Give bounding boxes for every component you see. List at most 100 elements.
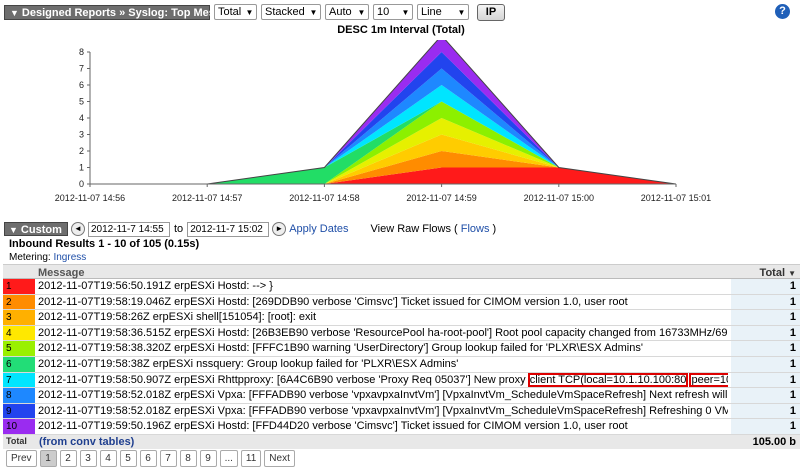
report-menu-button[interactable]: ▼ Designed Reports » Syslog: Top Messages <box>4 4 246 20</box>
flows-link[interactable]: Flows <box>461 223 490 235</box>
chevron-down-icon: ▼ <box>309 7 318 17</box>
y-tick-label: 1 <box>79 163 84 173</box>
page-button[interactable]: 8 <box>179 450 197 467</box>
row-message: 2012-11-07T19:58:52.018Z erpESXi Vpxa: [… <box>38 389 728 402</box>
y-tick-label: 7 <box>79 64 84 74</box>
page-button[interactable]: 1 <box>39 450 57 467</box>
page-button[interactable]: 9 <box>199 450 217 467</box>
chart-title: DESC 1m Interval (Total) <box>337 24 465 36</box>
start-date-input[interactable]: 2012-11-7 14:55 <box>88 221 170 237</box>
table-row[interactable]: 6 2012-11-07T19:58:38Z erpESXi nssquery: … <box>3 356 800 373</box>
row-message: 2012-11-07T19:58:50.907Z erpESXi Rhttppr… <box>38 372 728 388</box>
total-column-header[interactable]: Total ▼ <box>760 267 796 279</box>
chevron-down-icon: ▼ <box>401 7 410 17</box>
y-tick-label: 5 <box>79 97 84 107</box>
footer-total: 105.00 b <box>752 435 796 448</box>
row-total: 1 <box>731 325 800 341</box>
x-tick-label: 2012-11-07 15:00 <box>524 193 594 203</box>
x-tick-label: 2012-11-07 14:56 <box>55 193 125 203</box>
table-row[interactable]: 10 2012-11-07T19:59:50.196Z erpESXi Hostd… <box>3 419 800 435</box>
row-message: 2012-11-07T19:58:52.018Z erpESXi Vpxa: [… <box>38 404 728 417</box>
row-color-swatch: 2 <box>3 294 35 310</box>
page-button[interactable]: 5 <box>119 450 137 467</box>
help-icon[interactable]: ? <box>775 4 790 19</box>
next-page-button[interactable]: Next <box>264 450 295 467</box>
row-color-swatch: 10 <box>3 419 35 434</box>
x-tick-label: 2012-11-07 15:01 <box>641 193 711 203</box>
next-range-icon[interactable]: ► <box>272 222 287 236</box>
triangle-down-icon: ▼ <box>9 225 18 235</box>
row-message: 2012-11-07T19:58:38.320Z erpESXi Hostd: … <box>38 342 643 355</box>
row-color-swatch: 3 <box>3 310 35 325</box>
chart-type-select[interactable]: Line ▼ <box>417 4 469 20</box>
metering-value-link[interactable]: Ingress <box>53 252 86 263</box>
row-message: 2012-11-07T19:59:50.196Z erpESXi Hostd: … <box>38 420 628 433</box>
table-row[interactable]: 5 2012-11-07T19:58:38.320Z erpESXi Hostd:… <box>3 341 800 357</box>
row-color-swatch: 9 <box>3 403 35 419</box>
chevron-down-icon: ▼ <box>245 7 254 17</box>
row-message: 2012-11-07T19:58:19.046Z erpESXi Hostd: … <box>38 295 628 308</box>
results-table: Message Total ▼ 1 2012-11-07T19:56:50.191… <box>3 264 800 449</box>
page-button[interactable]: 3 <box>79 450 97 467</box>
y-tick-label: 3 <box>79 130 84 140</box>
page-button[interactable]: 4 <box>99 450 117 467</box>
row-total: 1 <box>731 356 800 372</box>
row-total: 1 <box>731 388 800 403</box>
stacked-area-chart: 0 1 2 3 4 5 6 7 8 2012-11-07 14:56 2012-11-07 14:5… <box>55 40 711 203</box>
page-button: ... <box>219 450 238 467</box>
apply-dates-link[interactable]: Apply Dates <box>289 223 348 235</box>
end-date-input[interactable]: 2012-11-7 15:02 <box>187 221 270 237</box>
page-button[interactable]: 6 <box>139 450 157 467</box>
footer-label: Total <box>6 435 27 446</box>
y-tick-label: 8 <box>79 47 84 57</box>
prev-page-button[interactable]: Prev <box>6 450 37 467</box>
y-tick-label: 0 <box>79 179 84 189</box>
row-color-swatch: 7 <box>3 372 35 388</box>
sort-down-icon: ▼ <box>788 269 796 278</box>
page-button[interactable]: 2 <box>59 450 77 467</box>
table-row[interactable]: 4 2012-11-07T19:58:36.515Z erpESXi Hostd:… <box>3 325 800 342</box>
ip-button[interactable]: IP <box>477 3 505 21</box>
table-row[interactable]: 9 2012-11-07T19:58:52.018Z erpESXi Vpxa: … <box>3 403 800 420</box>
x-tick-label: 2012-11-07 14:57 <box>172 193 242 203</box>
highlight-client: client TCP(local=10.1.10.100:80 <box>527 372 689 387</box>
table-row[interactable]: 8 2012-11-07T19:58:52.018Z erpESXi Vpxa: … <box>3 388 800 404</box>
row-message: 2012-11-07T19:56:50.191Z erpESXi Hostd: … <box>38 280 273 292</box>
page-button[interactable]: 7 <box>159 450 177 467</box>
metering-info: Metering: Ingress <box>9 252 86 263</box>
row-message: 2012-11-07T19:58:38Z erpESXi nssquery: G… <box>38 357 459 370</box>
y-tick-label: 2 <box>79 146 84 156</box>
top-n-select[interactable]: 10 ▼ <box>373 4 413 20</box>
to-label: to <box>174 223 184 235</box>
row-color-swatch: 4 <box>3 325 35 341</box>
chevron-down-icon: ▼ <box>357 7 366 17</box>
row-total: 1 <box>731 294 800 310</box>
pagination: Prev 1 2 3 4 5 6 7 8 9... 11 Next <box>6 450 295 467</box>
y-tick-label: 6 <box>79 80 84 90</box>
metering-label: Metering: <box>9 252 51 263</box>
table-header: Message Total ▼ <box>3 264 800 279</box>
row-color-swatch: 5 <box>3 341 35 356</box>
x-tick-label: 2012-11-07 14:58 <box>289 193 359 203</box>
view-raw-flows-end: ) <box>492 223 497 235</box>
y-tick-label: 4 <box>79 113 84 123</box>
view-raw-flows-label: View Raw Flows ( <box>370 223 458 235</box>
table-row[interactable]: 1 2012-11-07T19:56:50.191Z erpESXi Hostd:… <box>3 279 800 295</box>
report-toolbar: ▼ Designed Reports » Syslog: Top Messages… <box>4 3 505 21</box>
aggregation-select[interactable]: Total ▼ <box>214 4 257 20</box>
triangle-down-icon: ▼ <box>10 7 19 18</box>
interval-select[interactable]: Auto ▼ <box>325 4 369 20</box>
row-total: 1 <box>731 403 800 419</box>
row-color-swatch: 8 <box>3 388 35 403</box>
row-color-swatch: 1 <box>3 279 35 294</box>
previous-range-icon[interactable]: ◄ <box>71 222 85 236</box>
table-row[interactable]: 7 2012-11-07T19:58:50.907Z erpESXi Rhttpp… <box>3 372 800 389</box>
table-row[interactable]: 2 2012-11-07T19:58:19.046Z erpESXi Hostd:… <box>3 294 800 311</box>
page-button[interactable]: 11 <box>240 450 262 467</box>
table-row[interactable]: 3 2012-11-07T19:58:26Z erpESXi shell[1510… <box>3 310 800 326</box>
row-message: 2012-11-07T19:58:36.515Z erpESXi Hostd: … <box>38 326 728 339</box>
row-total: 1 <box>731 341 800 356</box>
stacking-select[interactable]: Stacked ▼ <box>261 4 321 20</box>
message-column-header[interactable]: Message <box>38 267 84 279</box>
custom-range-button[interactable]: ▼ Custom <box>4 222 68 236</box>
